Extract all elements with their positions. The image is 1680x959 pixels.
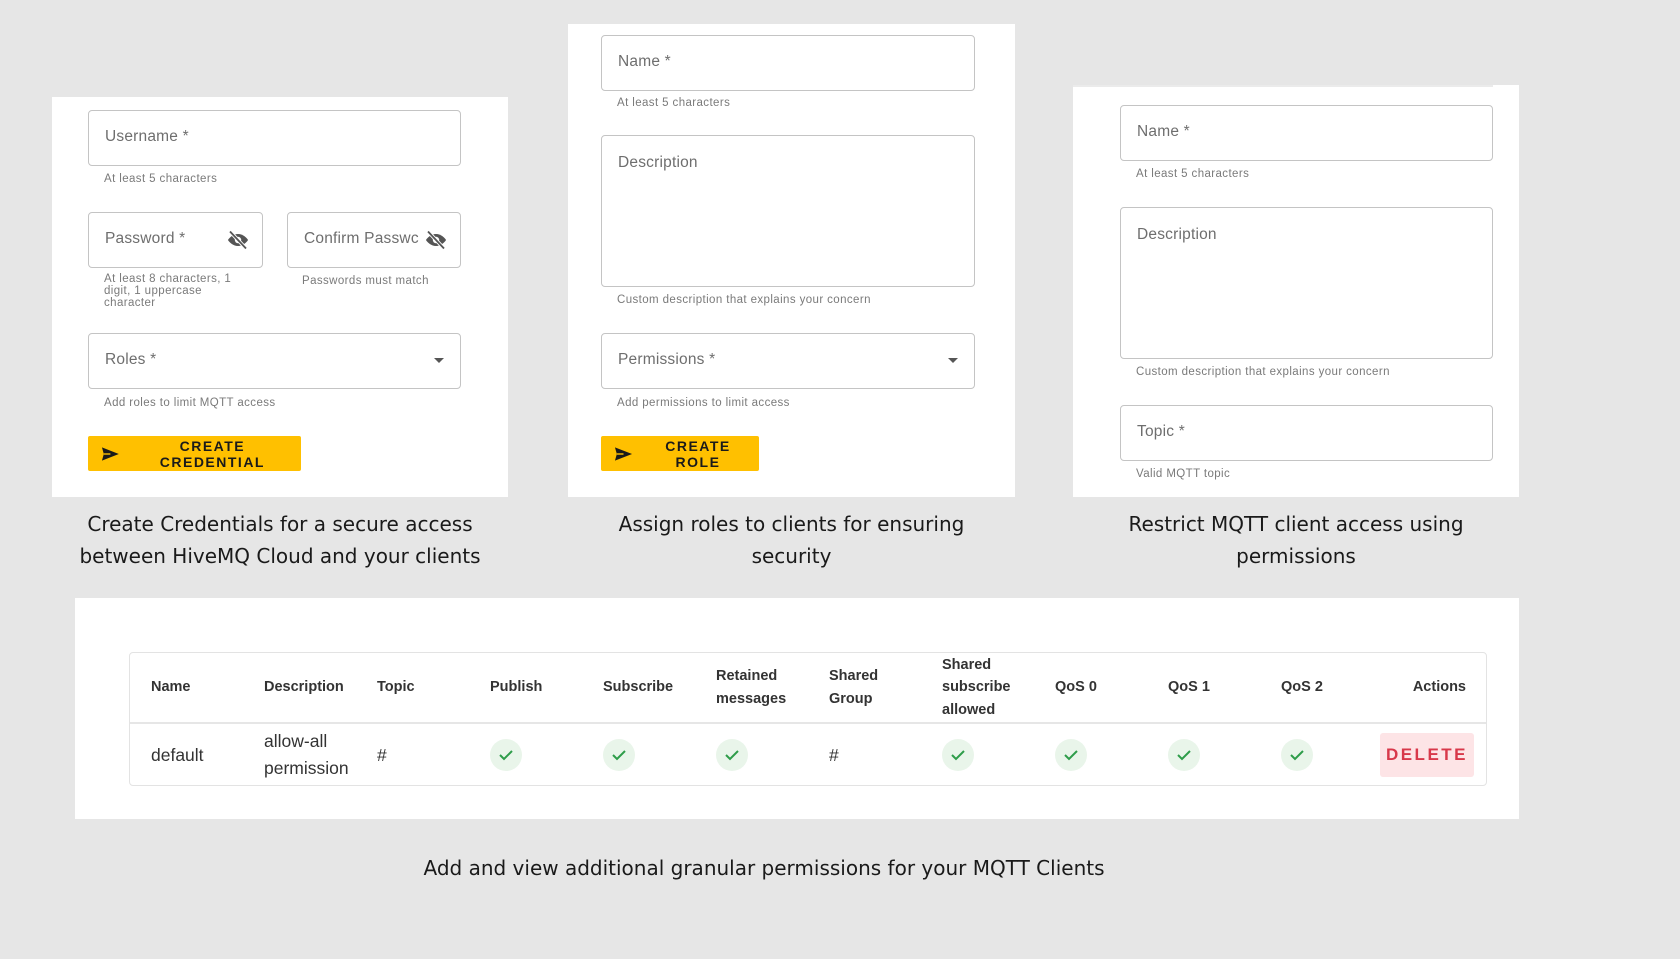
confirm-password-placeholder: Confirm Passwc — [304, 230, 419, 247]
permissions-placeholder: Permissions * — [618, 351, 716, 368]
role-description-textarea[interactable]: Description — [601, 135, 975, 287]
column-header-shared-subscribe-allowed: Shared subscribe allowed — [942, 656, 1011, 718]
create-credential-button[interactable]: CREATE CREDENTIAL — [88, 436, 301, 471]
password-field[interactable]: Password * — [88, 212, 263, 268]
dropdown-arrow-icon — [948, 358, 958, 363]
create-role-label: CREATE ROLE — [665, 437, 731, 470]
visibility-off-icon[interactable] — [424, 228, 448, 252]
password-helper: At least 8 characters, 1 digit, 1 upperc… — [104, 273, 232, 309]
cell-topic: # — [377, 744, 387, 765]
cell-shared-group: # — [829, 744, 839, 765]
role-description-placeholder: Description — [618, 154, 698, 171]
cell-name: default — [151, 744, 204, 765]
check-icon — [603, 739, 635, 771]
column-header-actions: Actions — [1412, 679, 1466, 696]
check-icon — [942, 739, 974, 771]
send-icon — [614, 446, 633, 461]
credential-caption: Create Credentials for a secure access b… — [79, 512, 481, 568]
permissions-select[interactable]: Permissions * — [601, 333, 975, 389]
column-header-publish: Publish — [490, 679, 543, 696]
confirm-password-field[interactable]: Confirm Passwc — [287, 212, 461, 268]
password-placeholder: Password * — [105, 230, 186, 247]
permission-description-textarea[interactable]: Description — [1120, 207, 1493, 359]
roles-helper: Add roles to limit MQTT access — [104, 397, 276, 409]
delete-button[interactable]: DELETE — [1379, 733, 1474, 777]
create-role-button[interactable]: CREATE ROLE — [601, 436, 759, 471]
column-header-description: Description — [264, 679, 344, 696]
cell-qos0 — [1055, 724, 1087, 786]
credential-form-panel: Username * At least 5 characters Passwor… — [52, 97, 508, 497]
topic-helper: Valid MQTT topic — [1136, 468, 1231, 480]
topic-placeholder: Topic * — [1137, 423, 1185, 440]
cell-actions: DELETE — [1379, 724, 1474, 786]
column-header-name: Name — [151, 679, 191, 696]
role-name-placeholder: Name * — [618, 53, 671, 70]
check-icon — [490, 739, 522, 771]
role-name-field[interactable]: Name * — [601, 35, 975, 91]
column-header-topic: Topic — [377, 679, 415, 696]
check-icon — [716, 739, 748, 771]
cell-qos1 — [1168, 724, 1200, 786]
permission-name-helper: At least 5 characters — [1136, 168, 1250, 180]
divider — [1073, 85, 1493, 87]
topic-field[interactable]: Topic * — [1120, 405, 1493, 461]
username-field[interactable]: Username * — [88, 110, 461, 166]
cell-retained-messages — [716, 724, 748, 786]
send-icon — [101, 446, 119, 461]
permission-name-placeholder: Name * — [1137, 123, 1190, 140]
check-icon — [1168, 739, 1200, 771]
permission-form-panel: Name * At least 5 characters Description… — [1073, 85, 1519, 497]
dropdown-arrow-icon — [434, 358, 444, 363]
column-header-subscribe: Subscribe — [603, 679, 674, 696]
column-header-qos0: QoS 0 — [1055, 679, 1097, 696]
cell-subscribe — [603, 724, 635, 786]
permission-description-helper: Custom description that explains your co… — [1136, 366, 1390, 378]
check-icon — [1055, 739, 1087, 771]
column-header-retained-messages: Retained messages — [716, 668, 787, 707]
role-description-helper: Custom description that explains your co… — [617, 294, 871, 306]
username-helper: At least 5 characters — [104, 173, 218, 185]
visibility-off-icon[interactable] — [226, 228, 250, 252]
create-credential-label: CREATE CREDENTIAL — [159, 437, 265, 470]
confirm-password-helper: Passwords must match — [302, 275, 429, 287]
role-caption: Assign roles to clients for ensuring sec… — [618, 512, 965, 568]
role-name-helper: At least 5 characters — [617, 97, 731, 109]
cell-qos2 — [1281, 724, 1313, 786]
permissions-helper: Add permissions to limit access — [617, 397, 790, 409]
column-header-qos2: QoS 2 — [1281, 679, 1323, 696]
permissions-table: Name Description Topic Publish Subscribe… — [129, 652, 1487, 786]
role-form-panel: Name * At least 5 characters Description… — [568, 24, 1015, 497]
cell-shared-subscribe-allowed — [942, 724, 974, 786]
cell-description: allow-all permission — [264, 731, 349, 778]
roles-placeholder: Roles * — [105, 351, 157, 368]
check-icon — [1281, 739, 1313, 771]
permission-description-placeholder: Description — [1137, 226, 1217, 243]
username-placeholder: Username * — [105, 128, 189, 145]
cell-publish — [490, 724, 522, 786]
permission-name-field[interactable]: Name * — [1120, 105, 1493, 161]
column-header-shared-group: Shared Group — [829, 668, 879, 707]
permission-caption: Restrict MQTT client access using permis… — [1128, 512, 1464, 568]
column-header-qos1: QoS 1 — [1168, 679, 1210, 696]
table-caption: Add and view additional granular permiss… — [423, 856, 1105, 880]
roles-select[interactable]: Roles * — [88, 333, 461, 389]
